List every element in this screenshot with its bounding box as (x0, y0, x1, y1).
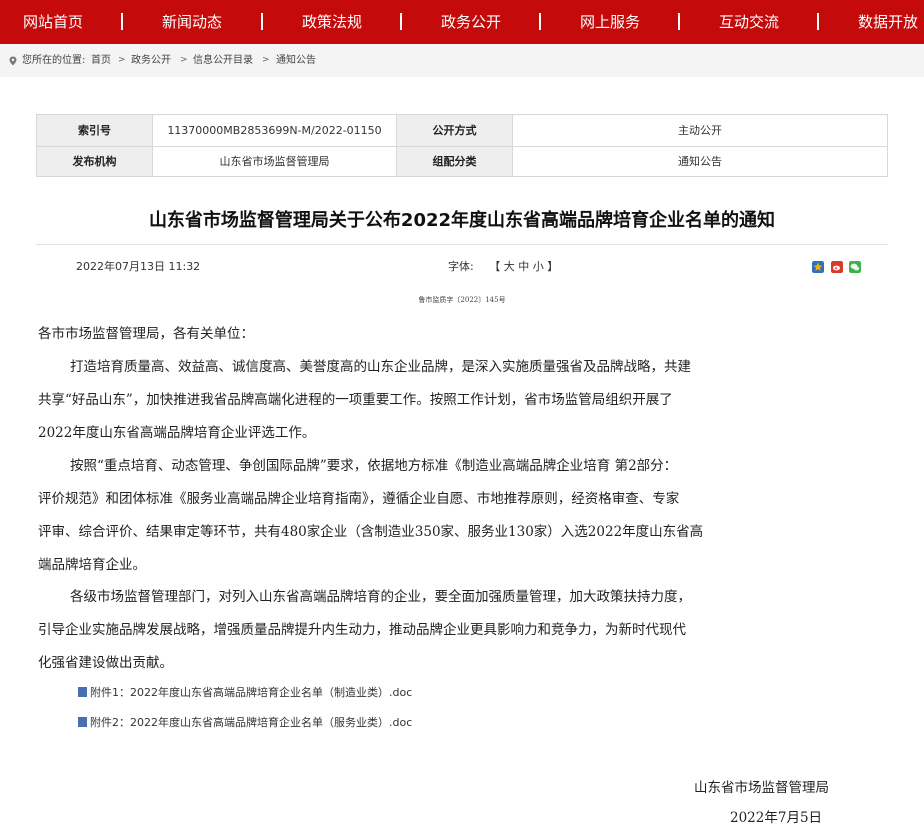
paragraph-2-line: 评审、综合评价、结果审定等环节，共有480家企业（含制造业350家、服务业130… (38, 524, 704, 540)
doc-file-icon (78, 687, 87, 697)
paragraph-3-line: 化强省建设做出贡献。 (38, 655, 173, 671)
nav-separator (400, 13, 402, 30)
nav-gov-affairs[interactable]: 政务公开 (441, 0, 501, 44)
paragraph-2-line: 评价规范》和团体标准《服务业高端品牌企业培育指南》，遵循企业自愿、市地推荐原则，… (38, 491, 680, 507)
nav-separator (678, 13, 680, 30)
table-divider (512, 115, 513, 176)
document-number: 鲁市监质字〔2022〕145号 (418, 296, 506, 304)
nav-open-data[interactable]: 数据开放 (858, 0, 918, 44)
info-table: 索引号 11370000MB2853699N-M/2022-01150 公开方式… (36, 114, 888, 177)
signature-org: 山东省市场监督管理局 (694, 780, 829, 796)
font-large-button[interactable]: 大 (504, 260, 515, 273)
signature-date: 2022年7月5日 (730, 810, 823, 826)
breadcrumb-catalog[interactable]: 信息公开目录 (193, 44, 253, 77)
index-value: 11370000MB2853699N-M/2022-01150 (167, 124, 382, 137)
breadcrumb-label: 您所在的位置: (22, 55, 86, 66)
nav-online-service[interactable]: 网上服务 (580, 0, 640, 44)
font-bracket-open: 【 (489, 260, 501, 273)
index-label: 索引号 (37, 115, 152, 146)
breadcrumb-gov-affairs[interactable]: 政务公开 (131, 44, 171, 77)
nav-separator (261, 13, 263, 30)
font-size-control: 字体: 【 大 中 小 】 (448, 258, 558, 274)
chevron-right-icon: > (118, 55, 126, 65)
paragraph-1-line: 打造培育质量高、效益高、诚信度高、美誉度高的山东企业品牌，是深入实施质量强省及品… (70, 359, 691, 375)
attachment-label: 附件1：2022年度山东省高端品牌培育企业名单（制造业类）.doc (90, 686, 413, 699)
nav-news[interactable]: 新闻动态 (162, 0, 222, 44)
font-bracket-close: 】 (547, 260, 559, 273)
paragraph-2-line: 端品牌培育企业。 (38, 557, 146, 573)
page-title: 山东省市场监督管理局关于公布2022年度山东省高端品牌培育企业名单的通知 (148, 210, 776, 231)
org-value: 山东省市场监督管理局 (219, 155, 330, 168)
font-size-label: 字体: (448, 260, 474, 273)
table-divider (152, 115, 153, 176)
nav-separator (539, 13, 541, 30)
chevron-right-icon: > (180, 55, 188, 65)
paragraph-2-line: 按照“重点培育、动态管理、争创国际品牌”要求，依据地方标准《制造业高端品牌企业培… (70, 458, 678, 474)
method-label: 公开方式 (397, 115, 512, 146)
paragraph-1-line: 共享“好品山东”，加快推进我省品牌高端化进程的一项重要工作。按照工作计划，省市场… (38, 392, 673, 408)
chevron-right-icon: > (262, 55, 270, 65)
publish-date: 2022年07月13日 11:32 (76, 260, 201, 273)
paragraph-1-line: 2022年度山东省高端品牌培育企业评选工作。 (38, 425, 316, 441)
title-divider (36, 244, 888, 245)
nav-home[interactable]: 网站首页 (23, 0, 83, 44)
attachment-label: 附件2：2022年度山东省高端品牌培育企业名单（服务业类）.doc (90, 716, 413, 729)
paragraph-3-line: 引导企业实施品牌发展战略，增强质量品牌提升内生动力，推动品牌企业更具影响力和竞争… (38, 622, 686, 638)
category-value: 通知公告 (678, 155, 722, 168)
breadcrumb-notices[interactable]: 通知公告 (276, 44, 316, 77)
method-value: 主动公开 (678, 124, 722, 137)
breadcrumb-home[interactable]: 首页 (91, 44, 111, 77)
salutation: 各市市场监督管理局，各有关单位： (38, 326, 254, 342)
category-label: 组配分类 (397, 147, 512, 176)
nav-interaction[interactable]: 互动交流 (719, 0, 779, 44)
breadcrumb: 您所在的位置: 首页 > 政务公开 > 信息公开目录 > 通知公告 (0, 44, 924, 77)
attachment-link-2[interactable]: 附件2：2022年度山东省高端品牌培育企业名单（服务业类）.doc (78, 714, 412, 730)
share-favorite-icon[interactable] (812, 261, 824, 273)
doc-file-icon (78, 717, 87, 727)
font-small-button[interactable]: 小 (533, 260, 544, 273)
font-medium-button[interactable]: 中 (518, 260, 529, 273)
paragraph-3-line: 各级市场监督管理部门，对列入山东省高端品牌培育的企业，要全面加强质量管理，加大政… (70, 589, 691, 605)
nav-separator (121, 13, 123, 30)
share-wechat-icon[interactable] (849, 261, 861, 273)
top-nav: 网站首页 新闻动态 政策法规 政务公开 网上服务 互动交流 数据开放 (0, 0, 924, 44)
nav-policy[interactable]: 政策法规 (302, 0, 362, 44)
table-divider (37, 146, 887, 147)
org-label: 发布机构 (37, 147, 152, 176)
share-weibo-icon[interactable] (831, 261, 843, 273)
attachment-link-1[interactable]: 附件1：2022年度山东省高端品牌培育企业名单（制造业类）.doc (78, 684, 412, 700)
table-divider (396, 115, 397, 176)
location-icon (9, 56, 17, 66)
nav-separator (817, 13, 819, 30)
